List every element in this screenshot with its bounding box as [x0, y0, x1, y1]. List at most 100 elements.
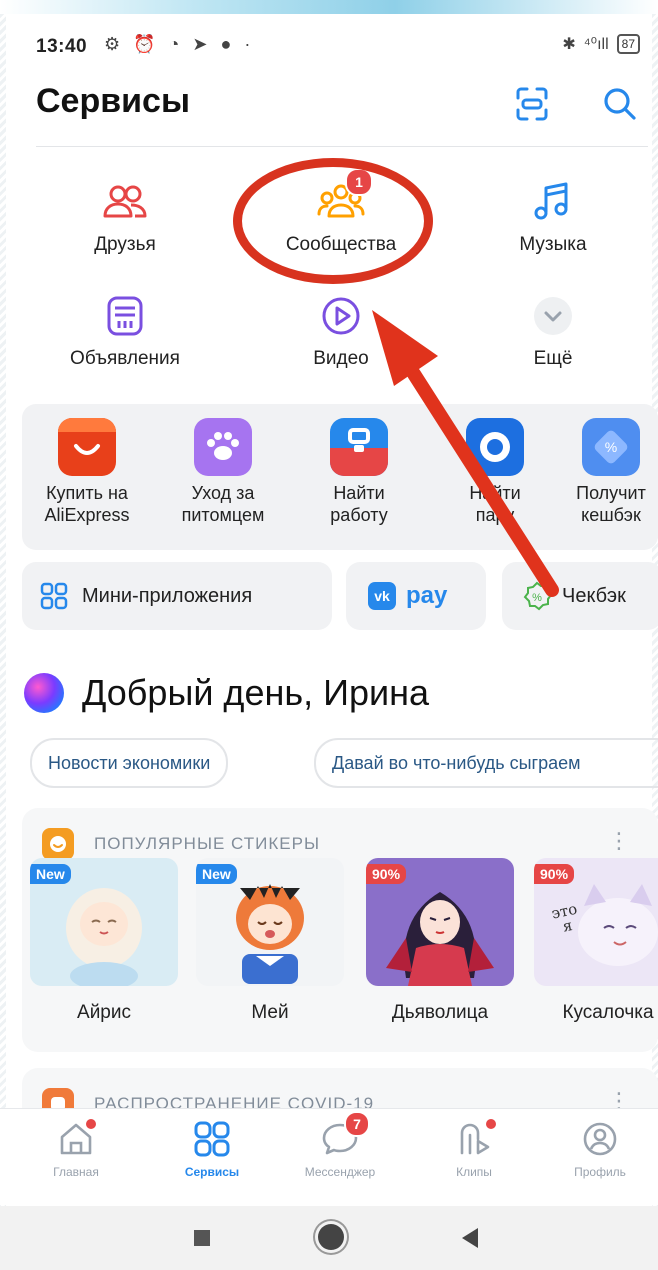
- sticker-image: 90%: [366, 858, 514, 986]
- music-icon: [529, 178, 577, 226]
- top-decoration: [0, 0, 658, 14]
- popular-stickers-card: ПОПУЛЯРНЫЕ СТИКЕРЫ ⋮ New Айрис New Мей 9…: [22, 808, 658, 1052]
- messenger-icon: 7: [320, 1111, 370, 1159]
- clips-icon: [454, 1119, 496, 1159]
- notification-dot: [486, 1119, 496, 1129]
- card-header: ПОПУЛЯРНЫЕ СТИКЕРЫ: [42, 828, 320, 860]
- service-label: Объявления: [70, 348, 180, 369]
- card-title: ПОПУЛЯРНЫЕ СТИКЕРЫ: [94, 834, 321, 853]
- service-friends[interactable]: Друзья: [50, 178, 200, 256]
- mini-apps-carousel[interactable]: Купить на AliExpress Уход за питомцем На…: [22, 404, 658, 550]
- messenger-badge: 7: [344, 1111, 370, 1137]
- battery-icon: 87: [616, 34, 640, 54]
- tab-clips[interactable]: Клипы: [414, 1119, 534, 1179]
- status-bar: 13:40 ⚙ ⏰ ◔ ➤ ● · ✱ ⁴⁰ıll 87: [36, 28, 648, 68]
- service-label: Музыка: [519, 234, 587, 255]
- mini-app-label-line2: работу: [330, 505, 388, 525]
- home-button[interactable]: [318, 1224, 344, 1250]
- highlight-circle-annotation: [233, 158, 433, 284]
- qr-scan-button[interactable]: [512, 84, 552, 124]
- mini-app-aliexpress[interactable]: Купить на AliExpress: [22, 418, 152, 526]
- sticker-name: Кусалочка: [562, 1002, 654, 1023]
- grid-icon: [40, 582, 68, 610]
- service-label: Друзья: [94, 234, 156, 255]
- profile-icon: [580, 1119, 620, 1159]
- mini-app-pet-care[interactable]: Уход за питомцем: [158, 418, 288, 526]
- signal-icon: ⁴⁰ıll: [583, 36, 609, 53]
- left-decoration: [0, 14, 6, 1214]
- sticker-name: Мей: [251, 1002, 289, 1023]
- cashback-icon: %: [582, 418, 640, 476]
- recents-button[interactable]: [194, 1230, 210, 1246]
- play-icon: [317, 292, 365, 340]
- voice-assistant-orb-icon[interactable]: [24, 673, 64, 713]
- qr-scan-icon: [516, 87, 548, 121]
- sticker-badge: 90%: [534, 864, 575, 884]
- svg-text:%: %: [605, 439, 617, 455]
- mini-app-label-line1: Получит: [576, 483, 646, 503]
- header-divider: [36, 146, 648, 147]
- mini-app-label-line1: Купить на: [46, 483, 128, 503]
- chevron-down-icon: [529, 292, 577, 340]
- notification-dot: [86, 1119, 96, 1129]
- svg-text:%: %: [532, 592, 542, 604]
- mini-app-label-line1: Найти: [469, 483, 521, 503]
- dating-icon: [466, 418, 524, 476]
- sticker-image: это я 90%: [534, 858, 658, 986]
- more-options-icon[interactable]: ⋮: [608, 828, 630, 854]
- service-more[interactable]: Ещё: [478, 292, 628, 370]
- mini-app-label-line2: AliExpress: [44, 505, 130, 525]
- sticker-pack-kusalochka[interactable]: это я 90% Кусалочка: [534, 858, 658, 1024]
- greeting: Добрый день, Ирина: [24, 672, 429, 714]
- vk-logo-icon: vk: [368, 582, 396, 610]
- sticker-badge: 90%: [366, 864, 407, 884]
- mini-app-label-line2: пару: [475, 505, 515, 525]
- sticker-image: New: [30, 858, 178, 986]
- back-button[interactable]: [462, 1228, 478, 1248]
- suggestion-pill[interactable]: Давай во что-нибудь сыграем: [314, 738, 658, 788]
- tab-home[interactable]: Главная: [16, 1119, 136, 1179]
- suggestion-pill[interactable]: Новости экономики: [30, 738, 229, 788]
- service-classifieds[interactable]: Объявления: [50, 292, 200, 370]
- sticker-name: Дьяволица: [391, 1002, 489, 1023]
- percent-badge-icon: %: [523, 581, 552, 611]
- service-music[interactable]: Музыка: [478, 178, 628, 256]
- checkback-chip[interactable]: % Чекбэк: [502, 562, 658, 630]
- service-label: Видео: [313, 348, 369, 369]
- mini-apps-chip[interactable]: Мини-приложения: [22, 562, 332, 630]
- classifieds-icon: [101, 292, 149, 340]
- tab-label: Профиль: [574, 1165, 626, 1179]
- tab-label: Клипы: [456, 1165, 492, 1179]
- home-icon: [56, 1119, 96, 1159]
- tab-messenger[interactable]: 7 Мессенджер: [280, 1111, 400, 1179]
- system-icons: ✱ ⁴⁰ıll 87: [562, 34, 640, 54]
- sticker-pack-devil[interactable]: 90% Дьяволица: [366, 858, 514, 1024]
- page-title: Сервисы: [36, 82, 190, 120]
- sticker-name: Айрис: [77, 1002, 131, 1023]
- tab-profile[interactable]: Профиль: [540, 1119, 658, 1179]
- sticker-pack-iris[interactable]: New Айрис: [30, 858, 178, 1024]
- paw-icon: [194, 418, 252, 476]
- mini-app-find-partner[interactable]: Найти пару: [430, 418, 560, 526]
- mini-app-find-job[interactable]: Найти работу: [294, 418, 424, 526]
- bluetooth-icon: ✱: [562, 36, 576, 53]
- notification-icons: ⚙ ⏰ ◔ ➤ ● ·: [104, 34, 255, 54]
- service-video[interactable]: Видео: [266, 292, 416, 370]
- mini-app-label-line2: кешбэк: [581, 505, 641, 525]
- sticker-smile-icon: [42, 828, 74, 860]
- mini-apps-chip-label: Мини-приложения: [82, 584, 253, 607]
- vk-pay-chip[interactable]: vk pay: [346, 562, 486, 630]
- mini-app-cashback[interactable]: % Получит кешбэк: [556, 418, 658, 526]
- vk-pay-label: pay: [406, 582, 448, 609]
- search-button[interactable]: [600, 84, 640, 124]
- tab-label: Сервисы: [184, 1165, 240, 1179]
- briefcase-icon: [330, 418, 388, 476]
- bottom-tab-bar: Главная Сервисы 7 Мессенджер Клипы Профи…: [0, 1108, 658, 1205]
- sticker-pack-mei[interactable]: New Мей: [196, 858, 344, 1024]
- sticker-badge: New: [30, 864, 71, 884]
- search-icon: [604, 88, 636, 120]
- tab-label: Мессенджер: [304, 1165, 376, 1179]
- greeting-text: Добрый день, Ирина: [82, 672, 430, 713]
- checkback-label: Чекбэк: [562, 584, 626, 607]
- tab-services[interactable]: Сервисы: [152, 1119, 272, 1179]
